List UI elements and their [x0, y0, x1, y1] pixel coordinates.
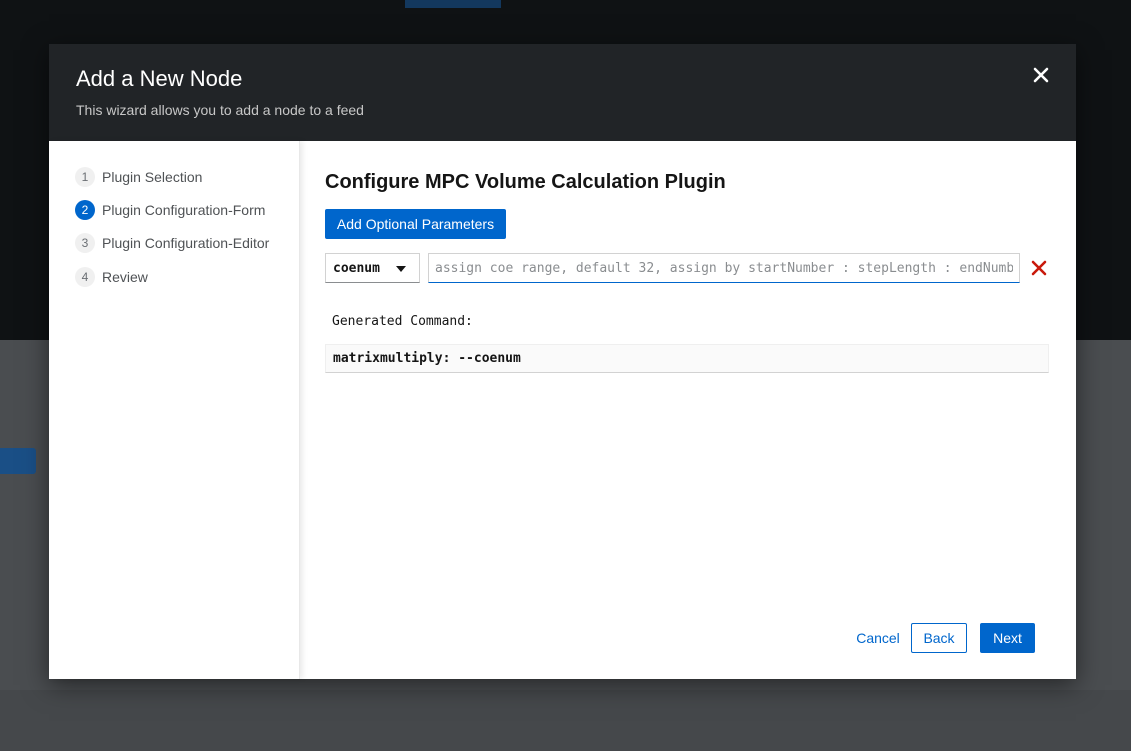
parameter-select-value: coenum: [333, 260, 380, 276]
background-tab: [0, 448, 36, 474]
add-node-modal: Add a New Node This wizard allows you to…: [49, 44, 1076, 679]
modal-title: Add a New Node: [76, 66, 243, 91]
parameter-row: coenum: [325, 253, 1050, 283]
back-button[interactable]: Back: [911, 623, 967, 653]
nav-item-label: Plugin Configuration-Form: [102, 202, 266, 218]
generated-command-label: Generated Command:: [332, 314, 473, 329]
background-accent: [405, 0, 501, 8]
close-icon[interactable]: [1032, 66, 1050, 84]
nav-item-label: Plugin Selection: [102, 169, 203, 185]
wizard-main: Configure MPC Volume Calculation Plugin …: [301, 141, 1076, 679]
nav-item-review[interactable]: 4 Review: [75, 266, 148, 288]
chevron-down-icon: [396, 266, 406, 272]
modal-header: Add a New Node This wizard allows you to…: [49, 44, 1076, 141]
step-number: 2: [75, 200, 95, 220]
page-title: Configure MPC Volume Calculation Plugin: [325, 171, 726, 193]
parameter-value-input[interactable]: [428, 253, 1020, 283]
add-optional-parameters-button[interactable]: Add Optional Parameters: [325, 209, 506, 239]
modal-description: This wizard allows you to add a node to …: [76, 102, 364, 118]
wizard-nav: 1 Plugin Selection 2 Plugin Configuratio…: [49, 141, 300, 679]
parameter-select[interactable]: coenum: [325, 253, 420, 283]
next-button[interactable]: Next: [980, 623, 1035, 653]
background-strip: [0, 690, 1131, 751]
step-number: 3: [75, 233, 95, 253]
remove-icon[interactable]: [1031, 260, 1047, 276]
cancel-button[interactable]: Cancel: [852, 623, 904, 653]
nav-item-plugin-configuration-form[interactable]: 2 Plugin Configuration-Form: [75, 199, 265, 221]
generated-command: matrixmultiply: --coenum: [325, 344, 1049, 373]
step-number: 1: [75, 167, 95, 187]
nav-item-label: Plugin Configuration-Editor: [102, 235, 270, 251]
nav-item-label: Review: [102, 269, 148, 285]
nav-item-plugin-configuration-editor[interactable]: 3 Plugin Configuration-Editor: [75, 232, 269, 254]
nav-item-plugin-selection[interactable]: 1 Plugin Selection: [75, 166, 202, 188]
step-number: 4: [75, 267, 95, 287]
